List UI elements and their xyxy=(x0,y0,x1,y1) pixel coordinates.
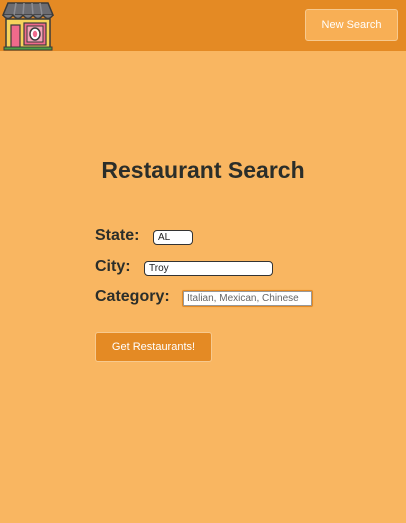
category-label: Category: xyxy=(95,288,170,305)
city-label: City: xyxy=(95,258,131,275)
state-label: State: xyxy=(95,227,140,244)
top-navbar: New Search xyxy=(0,0,406,51)
city-input[interactable] xyxy=(144,261,273,276)
get-restaurants-button[interactable]: Get Restaurants! xyxy=(95,332,212,362)
storefront-icon[interactable] xyxy=(1,1,55,51)
page-title: Restaurant Search xyxy=(101,157,305,183)
category-input[interactable] xyxy=(183,291,312,306)
state-input[interactable] xyxy=(153,230,193,245)
new-search-button[interactable]: New Search xyxy=(305,9,398,41)
